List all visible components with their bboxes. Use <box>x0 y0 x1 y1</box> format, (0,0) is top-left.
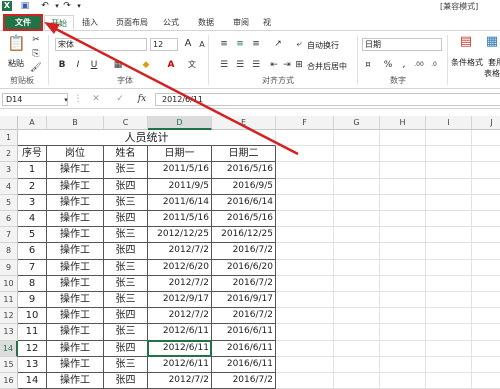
row-header-16[interactable]: 16 <box>0 373 18 389</box>
empty-cell[interactable] <box>426 373 472 389</box>
annotation-arrow <box>44 22 299 156</box>
table-cell[interactable]: 2012/7/2 <box>148 373 212 389</box>
empty-cell[interactable] <box>276 373 334 389</box>
table-cell[interactable]: 张四 <box>104 373 148 389</box>
empty-cell[interactable] <box>472 373 500 389</box>
table-cell[interactable]: 14 <box>18 373 47 389</box>
empty-cell[interactable] <box>334 373 380 389</box>
arrow-head <box>44 22 60 34</box>
empty-cell[interactable] <box>380 373 426 389</box>
table-cell[interactable]: 2016/7/2 <box>212 373 276 389</box>
arrow-shaft <box>51 25 299 156</box>
table-cell[interactable]: 操作工 <box>47 373 104 389</box>
